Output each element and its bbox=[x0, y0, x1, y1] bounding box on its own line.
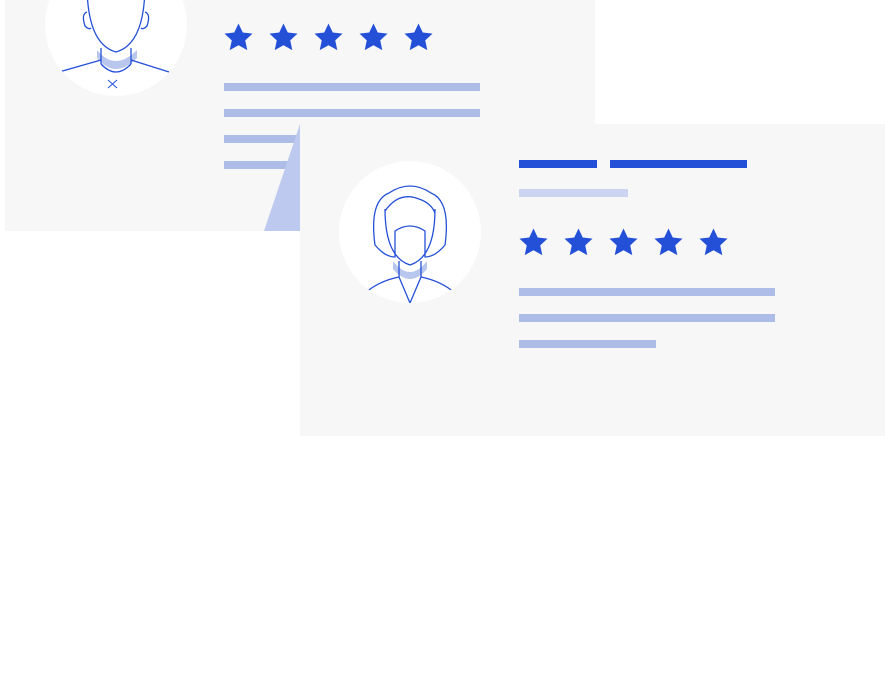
review-text-line bbox=[224, 83, 480, 91]
female-avatar-icon bbox=[339, 161, 481, 303]
star-icon bbox=[609, 228, 638, 256]
star-icon bbox=[269, 23, 298, 51]
star-icon bbox=[224, 23, 253, 51]
star-icon bbox=[404, 23, 433, 51]
review-text-line bbox=[519, 340, 656, 348]
review-text-line bbox=[519, 288, 775, 296]
star-icon bbox=[359, 23, 388, 51]
star-icon bbox=[699, 228, 728, 256]
review-text-line bbox=[224, 109, 480, 117]
star-icon bbox=[519, 228, 548, 256]
reviewer-name-line bbox=[610, 160, 747, 168]
rating-stars-front bbox=[517, 226, 730, 259]
reviewer-name-line bbox=[519, 160, 597, 168]
star-icon bbox=[564, 228, 593, 256]
male-avatar-icon bbox=[45, 0, 187, 96]
rating-stars-back bbox=[222, 21, 435, 54]
star-icon bbox=[314, 23, 343, 51]
reviewer-meta-line bbox=[519, 189, 628, 197]
review-text-line bbox=[519, 314, 775, 322]
review-card-front bbox=[300, 124, 885, 436]
star-icon bbox=[654, 228, 683, 256]
